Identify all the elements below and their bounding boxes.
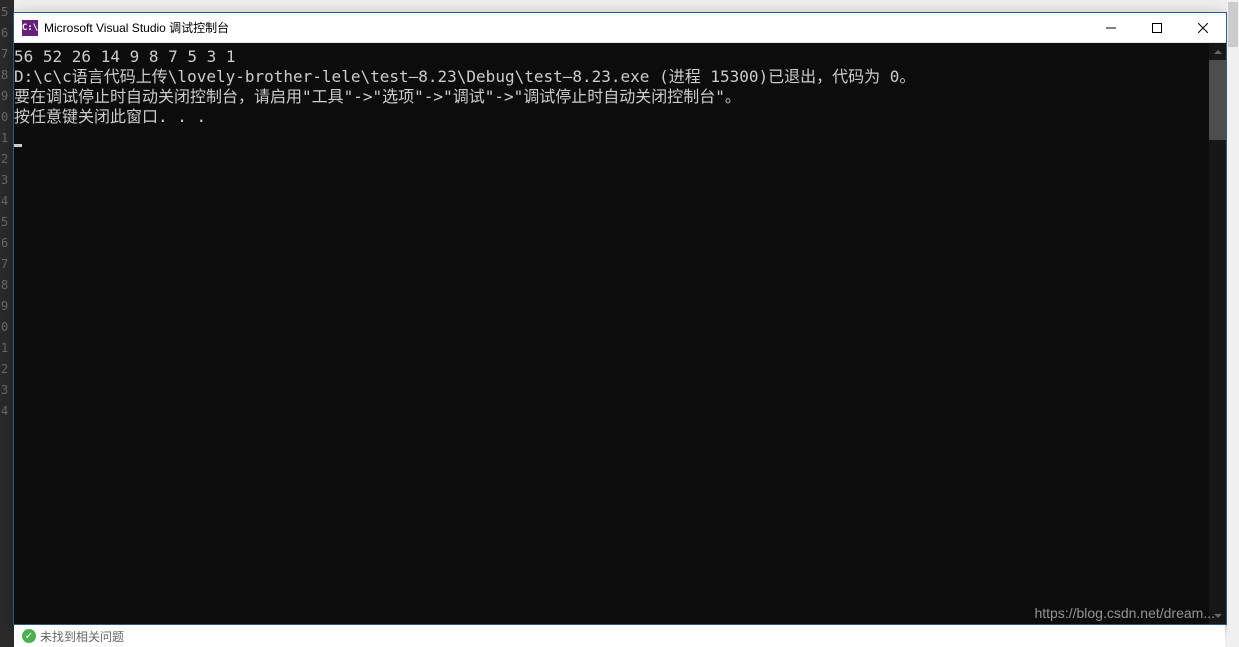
console-line: 56 52 26 14 9 8 7 5 3 1 [14, 47, 1209, 67]
app-icon: C:\ [22, 20, 38, 36]
titlebar[interactable]: C:\ Microsoft Visual Studio 调试控制台 [14, 13, 1226, 43]
gutter-line: 8 [0, 275, 14, 296]
gutter-line: 4 [0, 191, 14, 212]
gutter-line: 4 [0, 401, 14, 422]
maximize-button[interactable] [1134, 13, 1180, 42]
gutter-line: 3 [0, 170, 14, 191]
gutter-line: 6 [0, 23, 14, 44]
gutter-line: 9 [0, 296, 14, 317]
gutter-line: 1 [0, 338, 14, 359]
console-output[interactable]: 56 52 26 14 9 8 7 5 3 1D:\c\c语言代码上传\love… [14, 43, 1209, 624]
status-ok-icon: ✓ [22, 629, 36, 643]
gutter-line: 6 [0, 233, 14, 254]
window-controls [1088, 13, 1226, 42]
gutter-line: 5 [0, 212, 14, 233]
gutter-line: 8 [0, 65, 14, 86]
scroll-down-button[interactable] [1209, 607, 1226, 624]
scroll-up-button[interactable] [1209, 43, 1226, 60]
console-line: D:\c\c语言代码上传\lovely-brother-lele\test—8.… [14, 67, 1209, 87]
minimize-button[interactable] [1088, 13, 1134, 42]
ide-right-scroll[interactable] [1227, 0, 1239, 647]
gutter-line: 5 [0, 2, 14, 23]
gutter-line: 9 [0, 86, 14, 107]
window-title: Microsoft Visual Studio 调试控制台 [44, 19, 1088, 36]
ide-statusbar: ✓ 未找到相关问题 [14, 625, 1225, 647]
gutter-line: 3 [0, 380, 14, 401]
close-button[interactable] [1180, 13, 1226, 42]
console-line: 要在调试停止时自动关闭控制台，请启用"工具"->"选项"->"调试"->"调试停… [14, 87, 1209, 107]
console-body: 56 52 26 14 9 8 7 5 3 1D:\c\c语言代码上传\love… [14, 43, 1226, 624]
console-line: 按任意键关闭此窗口. . . [14, 107, 1209, 127]
gutter-line: 7 [0, 44, 14, 65]
console-window: C:\ Microsoft Visual Studio 调试控制台 56 52 … [13, 12, 1227, 625]
gutter-line: 0 [0, 317, 14, 338]
gutter-line: 1 [0, 128, 14, 149]
scroll-thumb[interactable] [1209, 60, 1226, 140]
gutter-line: 0 [0, 107, 14, 128]
text-cursor [14, 144, 22, 147]
editor-line-gutter: 56789012345678901234 [0, 0, 14, 647]
gutter-line: 2 [0, 359, 14, 380]
status-message: 未找到相关问题 [40, 628, 124, 645]
vertical-scrollbar[interactable] [1209, 43, 1226, 624]
gutter-line: 2 [0, 149, 14, 170]
gutter-line: 7 [0, 254, 14, 275]
ide-scroll-thumb[interactable] [1228, 2, 1238, 47]
